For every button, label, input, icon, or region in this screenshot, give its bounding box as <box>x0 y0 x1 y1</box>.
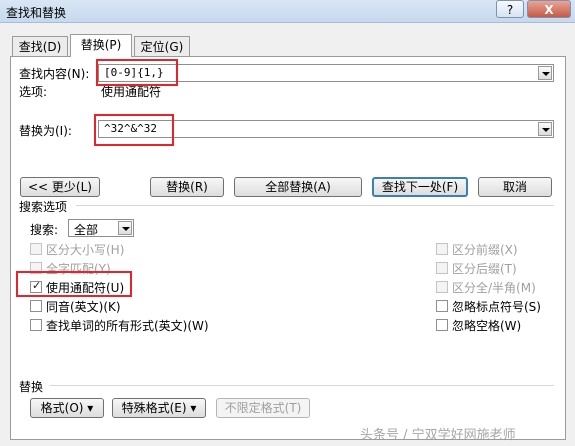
no-formatting-button[interactable]: 不限定格式(T) <box>216 398 310 418</box>
wildcards-highlight <box>16 271 132 297</box>
match-suffix-label: 区分后缀(T) <box>452 262 517 276</box>
replace-section-heading: 替换 <box>19 380 44 394</box>
title-bar <box>0 0 575 23</box>
search-label: 搜索: <box>30 223 59 237</box>
replace-section-divider <box>50 385 554 386</box>
tab-goto[interactable]: 定位(G) <box>134 36 190 56</box>
ignore-space-label: 忽略空格(W) <box>452 319 522 333</box>
tab-replace[interactable]: 替换(P) <box>70 34 132 57</box>
search-options-divider <box>76 205 554 206</box>
match-case-checkbox[interactable] <box>30 243 42 255</box>
help-button[interactable]: ? <box>496 0 524 18</box>
special-format-button[interactable]: 特殊格式(E) ▾ <box>112 398 206 418</box>
replace-button[interactable]: 替换(R) <box>150 177 224 197</box>
watermark-text: 头条号 / 宁双学好网施老师 <box>360 428 516 443</box>
ignore-space-checkbox[interactable] <box>436 319 448 331</box>
search-options-heading: 搜索选项 <box>19 200 68 214</box>
match-width-label: 区分全/半角(M) <box>452 281 536 295</box>
search-direction-select[interactable]: 全部 <box>68 219 134 237</box>
replace-value-highlight <box>94 114 174 146</box>
format-button[interactable]: 格式(O) ▾ <box>30 398 104 418</box>
match-prefix-label: 区分前缀(X) <box>452 243 518 257</box>
window-title: 查找和替换 <box>6 6 67 20</box>
find-next-button[interactable]: 查找下一处(F) <box>372 177 468 197</box>
chevron-down-icon[interactable] <box>118 221 132 235</box>
close-button[interactable]: X <box>527 0 571 18</box>
match-suffix-checkbox[interactable] <box>436 262 448 274</box>
find-label: 查找内容(N): <box>19 67 90 81</box>
options-label: 选项: <box>19 85 48 99</box>
all-word-forms-checkbox[interactable] <box>30 319 42 331</box>
all-word-forms-label: 查找单词的所有形式(英文)(W) <box>46 319 209 333</box>
find-value-highlight <box>96 59 178 86</box>
cancel-button[interactable]: 取消 <box>478 177 552 197</box>
less-button[interactable]: << 更少(L) <box>20 177 100 197</box>
match-case-label: 区分大小写(H) <box>46 243 125 257</box>
chevron-down-icon[interactable] <box>538 122 552 136</box>
ignore-punctuation-label: 忽略标点符号(S) <box>452 300 541 314</box>
chevron-down-icon[interactable] <box>538 66 552 80</box>
match-width-checkbox[interactable] <box>436 281 448 293</box>
sounds-like-checkbox[interactable] <box>30 300 42 312</box>
sounds-like-label: 同音(英文)(K) <box>46 300 121 314</box>
ignore-punctuation-checkbox[interactable] <box>436 300 448 312</box>
tab-find[interactable]: 查找(D) <box>12 36 68 56</box>
search-direction-value: 全部 <box>74 223 99 237</box>
replace-all-button[interactable]: 全部替换(A) <box>234 177 362 197</box>
replace-label: 替换为(I): <box>19 124 72 138</box>
match-prefix-checkbox[interactable] <box>436 243 448 255</box>
